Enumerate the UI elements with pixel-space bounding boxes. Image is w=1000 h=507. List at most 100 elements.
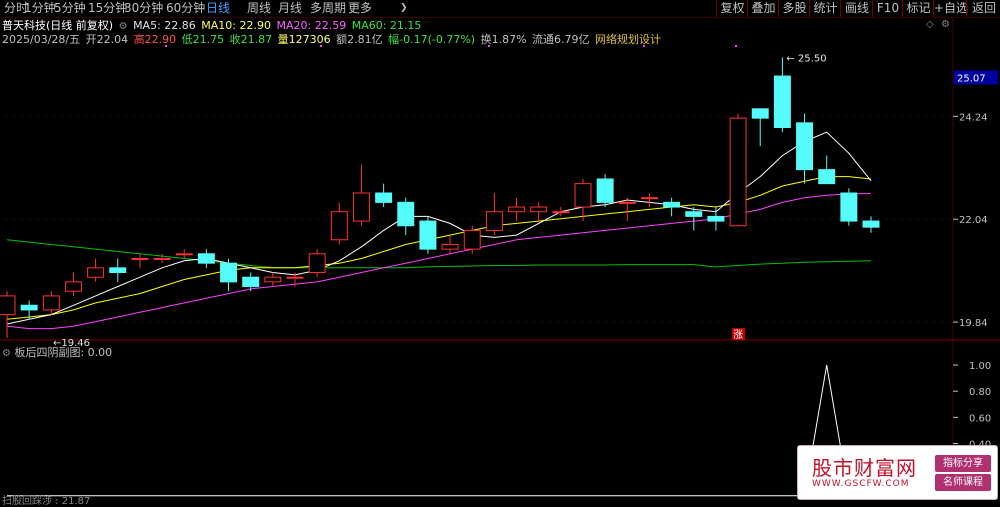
candle-body-14 (308, 253, 326, 274)
candle-body-35 (773, 75, 791, 129)
candle-29 (640, 193, 658, 208)
candle-12 (264, 272, 282, 287)
candle-body-4 (87, 267, 105, 278)
watermark-tag-indicators[interactable]: 指标分享 (935, 455, 991, 472)
candle-8 (175, 249, 193, 259)
candle-body-29 (640, 197, 658, 200)
candle-body-33 (729, 117, 747, 227)
candle-19 (419, 216, 437, 254)
candle-15 (330, 202, 348, 245)
candle-body-1 (20, 304, 38, 311)
event-marker-3 (643, 45, 645, 47)
candle-23 (508, 197, 526, 222)
candle-body-9 (197, 253, 215, 264)
candle-9 (197, 249, 215, 268)
candle-17 (375, 183, 393, 208)
candle-body-36 (796, 122, 814, 171)
candle-body-37 (818, 169, 836, 185)
event-marker-0 (165, 45, 167, 47)
candle-body-27 (596, 178, 614, 203)
event-marker-4 (735, 45, 737, 47)
ma60-line (6, 239, 872, 269)
candle-body-18 (397, 201, 415, 227)
candle-body-0 (0, 295, 16, 316)
candle-6 (131, 253, 149, 268)
candle-3 (64, 272, 82, 296)
candle-4 (87, 258, 105, 282)
candle-body-16 (352, 192, 370, 222)
candle-39 (862, 216, 880, 233)
candle-16 (352, 164, 370, 226)
candle-35 (773, 57, 791, 133)
sub-tick-label-1: 0.60 (969, 413, 991, 424)
candle-body-2 (42, 295, 60, 311)
footer-partial: 扫股回踩涉 : 21.87 (2, 496, 91, 507)
candle-body-24 (530, 206, 548, 213)
watermark-main: 股市财富网 (812, 456, 917, 480)
candle-body-28 (618, 201, 636, 204)
candle-body-5 (109, 267, 127, 274)
candle-body-23 (508, 206, 526, 213)
last-price-label: 25.07 (957, 73, 986, 84)
candle-body-25 (552, 211, 570, 214)
sub-tick-label-2: 0.80 (969, 387, 991, 398)
candle-38 (840, 188, 858, 226)
sub-tick-label-3: 1.00 (969, 361, 991, 372)
candle-body-20 (441, 243, 459, 250)
candle-body-39 (862, 220, 880, 228)
price-tick-label-1: 22.04 (959, 215, 988, 226)
high-annotation: ← 25.50 (786, 53, 826, 64)
candle-body-13 (286, 276, 304, 279)
sub-indicator-line (7, 365, 871, 497)
candle-2 (42, 291, 60, 315)
limit-up-label: 涨 (733, 329, 743, 341)
candle-36 (796, 113, 814, 184)
watermark-url: WWW.GSCFW.COM (812, 479, 910, 489)
candle-body-31 (685, 211, 703, 217)
candle-20 (441, 235, 459, 254)
candle-body-3 (64, 281, 82, 292)
candle-body-26 (574, 183, 592, 208)
candle-body-12 (264, 276, 282, 283)
candle-22 (485, 193, 503, 236)
candle-24 (530, 202, 548, 222)
candle-10 (220, 258, 238, 292)
kline-chart: 19.8422.0424.2425.07← 25.50←19.46涨0.400.… (0, 17, 1000, 501)
candle-body-22 (485, 211, 503, 231)
sub-indicator-legend: ⚙ 板后四阴副图: 0.00 (2, 344, 112, 360)
candle-33 (729, 113, 747, 227)
candle-body-10 (220, 262, 238, 283)
candle-26 (574, 178, 592, 222)
candle-body-17 (375, 192, 393, 203)
candle-body-8 (175, 253, 193, 256)
event-marker-2 (488, 45, 490, 47)
candle-14 (308, 249, 326, 278)
candle-body-11 (242, 276, 260, 288)
candle-body-34 (751, 108, 769, 119)
candle-body-21 (463, 229, 481, 250)
candle-34 (751, 108, 769, 147)
event-marker-1 (320, 45, 322, 47)
candle-body-19 (419, 220, 437, 250)
sub-indicator-title: 板后四阴副图 (14, 346, 81, 359)
candle-body-15 (330, 211, 348, 241)
candle-30 (663, 197, 681, 217)
candle-body-32 (707, 215, 725, 222)
price-tick-label-2: 24.24 (959, 112, 988, 123)
candle-18 (397, 197, 415, 236)
candle-body-7 (153, 257, 171, 260)
candle-37 (818, 155, 836, 185)
watermark-tag-courses[interactable]: 名师课程 (935, 474, 991, 491)
sub-indicator-value: : 0.00 (80, 346, 113, 359)
candle-0 (0, 291, 16, 338)
candle-body-38 (840, 192, 858, 222)
candle-27 (596, 174, 614, 208)
candle-body-6 (131, 257, 149, 260)
candle-5 (109, 258, 127, 282)
candle-32 (707, 207, 725, 231)
candle-body-30 (663, 201, 681, 208)
watermark-banner: 股市财富网 WWW.GSCFW.COM 指标分享 名师课程 (797, 445, 998, 500)
candle-21 (463, 225, 481, 254)
sub-settings-icon[interactable]: ⚙ (2, 348, 11, 359)
price-tick-label-0: 19.84 (959, 318, 988, 329)
